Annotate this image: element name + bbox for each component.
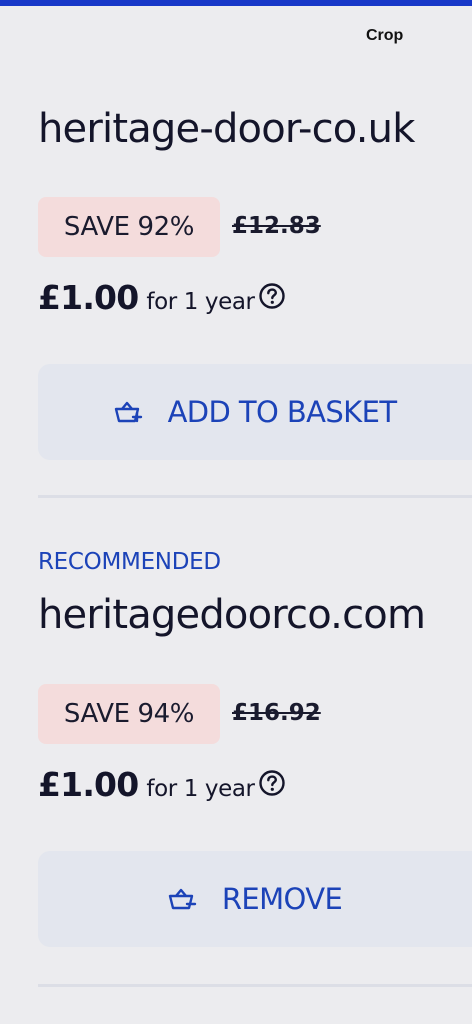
remove-button[interactable]: REMOVE bbox=[38, 851, 472, 947]
price: £1.00 bbox=[38, 278, 139, 317]
original-price: £12.83 bbox=[232, 213, 321, 239]
save-badge: SAVE 94% bbox=[38, 684, 220, 744]
price-line: £1.00 for 1 year bbox=[38, 278, 285, 317]
price-line: £1.00 for 1 year bbox=[38, 765, 285, 804]
domain-name: heritagedoorco.com bbox=[38, 592, 426, 638]
help-icon[interactable] bbox=[258, 283, 285, 309]
basket-add-icon bbox=[114, 401, 142, 423]
recommended-label: RECOMMENDED bbox=[38, 549, 221, 575]
add-to-basket-label: ADD TO BASKET bbox=[167, 395, 397, 429]
basket-remove-icon bbox=[168, 888, 197, 910]
remove-label: REMOVE bbox=[221, 882, 343, 916]
domain-name: heritage-door-co.uk bbox=[38, 106, 415, 152]
top-accent-bar bbox=[0, 0, 472, 6]
price-term: for 1 year bbox=[146, 289, 255, 315]
price-term: for 1 year bbox=[146, 776, 255, 802]
save-badge: SAVE 92% bbox=[38, 197, 220, 257]
result-divider bbox=[38, 495, 472, 498]
help-icon[interactable] bbox=[258, 770, 285, 796]
crop-button[interactable]: Crop bbox=[366, 27, 403, 45]
price: £1.00 bbox=[38, 765, 139, 804]
add-to-basket-button[interactable]: ADD TO BASKET bbox=[38, 364, 472, 460]
result-divider bbox=[38, 984, 472, 987]
original-price: £16.92 bbox=[232, 700, 321, 726]
